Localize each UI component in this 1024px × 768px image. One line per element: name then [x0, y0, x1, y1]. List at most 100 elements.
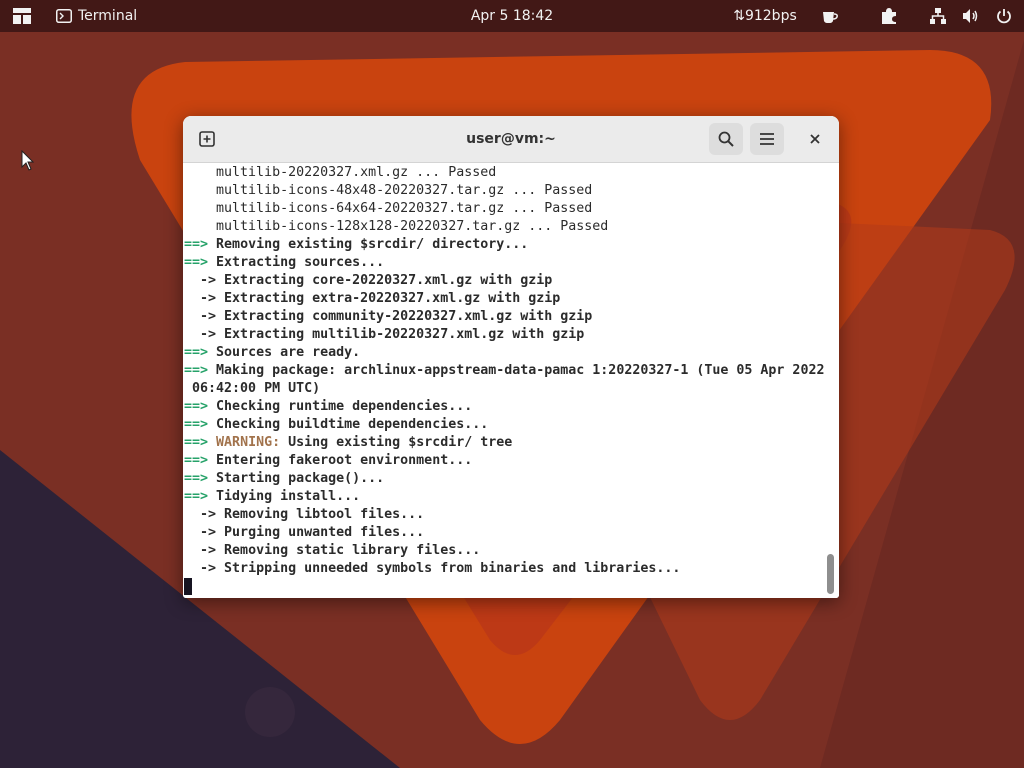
line-text: Starting package()...	[216, 471, 385, 486]
line-text: Checking buildtime dependencies...	[216, 417, 489, 432]
substep-arrow: ->	[184, 327, 217, 342]
line-text: Extracting sources...	[216, 255, 385, 270]
terminal-line: 06:42:00 PM UTC)	[184, 380, 824, 398]
terminal-line: ==> Starting package()...	[184, 470, 824, 488]
terminal-line: multilib-20220327.xml.gz ... Passed	[184, 164, 824, 182]
step-arrow: ==>	[184, 453, 209, 468]
step-arrow: ==>	[184, 435, 209, 450]
substep-arrow: ->	[184, 291, 217, 306]
terminal-line: -> Purging unwanted files...	[184, 524, 824, 542]
substep-arrow: ->	[184, 543, 217, 558]
system-menu[interactable]	[926, 0, 1016, 32]
activities-button[interactable]	[6, 0, 38, 32]
step-arrow: ==>	[184, 399, 209, 414]
terminal-line: ==> Sources are ready.	[184, 344, 824, 362]
terminal-cursor	[184, 578, 192, 595]
top-bar: Terminal Apr 5 18:42 ⇅912bps	[0, 0, 1024, 32]
step-arrow: ==>	[184, 237, 209, 252]
close-icon	[810, 134, 820, 144]
line-text: multilib-icons-48x48-20220327.tar.gz ...…	[216, 183, 593, 198]
search-icon	[718, 131, 734, 147]
line-text: multilib-icons-128x128-20220327.tar.gz .…	[216, 219, 609, 234]
terminal-line: ==> Tidying install...	[184, 488, 824, 506]
line-text: Using existing $srcdir/ tree	[288, 435, 513, 450]
terminal-line: -> Stripping unneeded symbols from binar…	[184, 560, 824, 578]
volume-icon	[963, 9, 978, 23]
line-text: Removing libtool files...	[224, 507, 425, 522]
substep-arrow: ->	[184, 561, 217, 576]
terminal-line: ==> Checking runtime dependencies...	[184, 398, 824, 416]
line-text: multilib-20220327.xml.gz ... Passed	[216, 165, 497, 180]
network-indicator	[926, 4, 950, 28]
terminal-line: ==> Extracting sources...	[184, 254, 824, 272]
terminal-line: -> Extracting community-20220327.xml.gz …	[184, 308, 824, 326]
terminal-line: -> Extracting multilib-20220327.xml.gz w…	[184, 326, 824, 344]
network-wired-icon	[930, 8, 946, 24]
substep-arrow: ->	[184, 273, 217, 288]
window-headerbar[interactable]: user@vm:~	[183, 116, 839, 163]
step-arrow: ==>	[184, 363, 209, 378]
terminal-scrollbar[interactable]	[827, 554, 834, 594]
line-text: Extracting core-20220327.xml.gz with gzi…	[224, 273, 553, 288]
substep-arrow: ->	[184, 525, 217, 540]
new-tab-button[interactable]	[191, 123, 223, 155]
terminal-app-icon	[56, 9, 72, 23]
warning-label: WARNING:	[216, 435, 281, 450]
terminal-window[interactable]: user@vm:~ multilib-20220327.xml.gz ... P…	[183, 116, 839, 598]
puzzle-extension-icon	[882, 8, 896, 24]
line-text: Sources are ready.	[216, 345, 361, 360]
window-title: user@vm:~	[466, 131, 556, 147]
terminal-line: ==> Checking buildtime dependencies...	[184, 416, 824, 434]
step-arrow: ==>	[184, 489, 209, 504]
app-menu-label: Terminal	[78, 8, 138, 24]
step-arrow: ==>	[184, 255, 209, 270]
activities-grid-icon	[13, 8, 31, 24]
line-text: Checking runtime dependencies...	[216, 399, 473, 414]
terminal-lines: multilib-20220327.xml.gz ... Passed mult…	[184, 164, 824, 578]
line-text: 06:42:00 PM UTC)	[192, 381, 321, 396]
terminal-output[interactable]: multilib-20220327.xml.gz ... Passed mult…	[183, 163, 839, 598]
new-tab-icon	[199, 131, 215, 147]
network-speed-indicator[interactable]: ⇅912bps	[726, 0, 804, 32]
extensions-indicator[interactable]	[875, 0, 903, 32]
search-button[interactable]	[709, 123, 743, 155]
power-indicator	[992, 4, 1016, 28]
terminal-line: multilib-icons-64x64-20220327.tar.gz ...…	[184, 200, 824, 218]
caffeine-toggle[interactable]	[816, 0, 844, 32]
clock[interactable]: Apr 5 18:42	[462, 0, 562, 32]
terminal-line: -> Removing static library files...	[184, 542, 824, 560]
line-text: Stripping unneeded symbols from binaries…	[224, 561, 681, 576]
power-icon	[997, 9, 1011, 24]
step-arrow: ==>	[184, 417, 209, 432]
terminal-line: multilib-icons-128x128-20220327.tar.gz .…	[184, 218, 824, 236]
substep-arrow: ->	[184, 507, 217, 522]
line-text: Removing static library files...	[224, 543, 481, 558]
terminal-line: ==> WARNING: Using existing $srcdir/ tre…	[184, 434, 824, 452]
terminal-line: -> Extracting core-20220327.xml.gz with …	[184, 272, 824, 290]
main-menu-button[interactable]	[750, 123, 784, 155]
close-window-button[interactable]	[800, 123, 830, 155]
step-arrow: ==>	[184, 471, 209, 486]
app-menu[interactable]: Terminal	[56, 0, 137, 32]
step-arrow: ==>	[184, 345, 209, 360]
